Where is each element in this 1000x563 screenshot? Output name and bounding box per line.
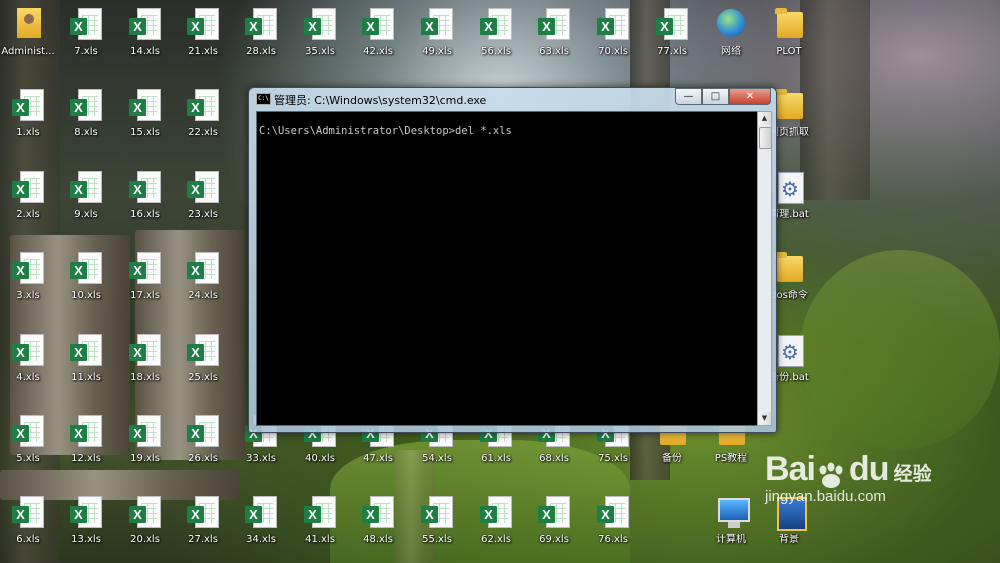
close-button[interactable]: ✕	[729, 88, 771, 105]
cmd-window-title: 管理员: C:\Windows\system32\cmd.exe	[274, 94, 487, 107]
excel-file-icon: X	[11, 250, 45, 288]
folder-icon	[772, 250, 806, 288]
excel-file-icon: X	[655, 6, 689, 44]
desktop-icon[interactable]: X 25.xls	[167, 332, 239, 384]
desktop-icon-label: PS教程	[714, 453, 748, 464]
desktop-icon[interactable]: PLOT	[753, 6, 825, 58]
excel-file-icon: X	[420, 6, 454, 44]
excel-file-icon: X	[128, 332, 162, 370]
excel-file-icon: X	[186, 413, 220, 451]
desktop-icon-label: 24.xls	[188, 290, 218, 301]
batch-file-icon	[772, 169, 806, 207]
excel-file-icon: X	[128, 494, 162, 532]
scroll-thumb[interactable]	[759, 127, 772, 149]
excel-file-icon: X	[128, 87, 162, 125]
excel-file-icon: X	[69, 413, 103, 451]
excel-file-icon: X	[361, 6, 395, 44]
network-icon	[714, 6, 748, 44]
excel-file-icon: X	[69, 6, 103, 44]
excel-file-icon: X	[537, 6, 571, 44]
excel-file-icon: X	[69, 332, 103, 370]
excel-file-icon: X	[479, 6, 513, 44]
excel-file-icon: X	[244, 6, 278, 44]
excel-file-icon: X	[596, 494, 630, 532]
scroll-down-arrow[interactable]: ▼	[758, 412, 771, 425]
excel-file-icon: X	[128, 6, 162, 44]
desktop-icon[interactable]: X 23.xls	[167, 169, 239, 221]
desktop-icon-label: 23.xls	[188, 209, 218, 220]
baidu-paw-icon	[819, 462, 843, 488]
excel-file-icon: X	[11, 413, 45, 451]
watermark-subtitle: 经验	[893, 463, 932, 485]
desktop-icon[interactable]: X 76.xls	[577, 494, 649, 546]
excel-file-icon: X	[303, 6, 337, 44]
excel-file-icon: X	[186, 250, 220, 288]
maximize-button[interactable]: □	[702, 88, 729, 105]
excel-file-icon: X	[128, 250, 162, 288]
console-command-line: C:\Users\Administrator\Desktop>del *.xls	[259, 125, 512, 137]
excel-file-icon: X	[186, 6, 220, 44]
excel-file-icon: X	[128, 413, 162, 451]
excel-file-icon: X	[186, 332, 220, 370]
excel-file-icon: X	[69, 87, 103, 125]
excel-file-icon: X	[186, 494, 220, 532]
desktop-icon-label: 背景	[779, 534, 799, 545]
folder-icon	[772, 6, 806, 44]
user-folder-icon	[11, 6, 45, 44]
desktop-icon-label: 22.xls	[188, 127, 218, 138]
desktop-icon-label: 76.xls	[598, 534, 628, 545]
cmd-app-icon[interactable]: C:\	[256, 93, 271, 105]
watermark-url: jingyan.baidu.com	[765, 487, 886, 505]
watermark-brand: Bai	[765, 450, 816, 488]
batch-file-icon	[772, 332, 806, 370]
excel-file-icon: X	[128, 169, 162, 207]
excel-file-icon: X	[244, 494, 278, 532]
excel-file-icon: X	[596, 6, 630, 44]
excel-file-icon: X	[11, 332, 45, 370]
watermark-brand-2: du	[848, 450, 890, 488]
excel-file-icon: X	[11, 169, 45, 207]
desktop-icon-label: PLOT	[776, 46, 802, 57]
excel-file-icon: X	[69, 250, 103, 288]
cmd-titlebar[interactable]: C:\ 管理员: C:\Windows\system32\cmd.exe — □…	[249, 88, 776, 110]
excel-file-icon: X	[303, 494, 337, 532]
excel-file-icon: X	[69, 169, 103, 207]
scroll-up-arrow[interactable]: ▲	[758, 112, 771, 125]
cmd-window[interactable]: C:\ 管理员: C:\Windows\system32\cmd.exe — □…	[248, 87, 777, 433]
desktop-icon[interactable]: X 24.xls	[167, 250, 239, 302]
minimize-button[interactable]: —	[675, 88, 702, 105]
desktop-icon[interactable]: X 22.xls	[167, 87, 239, 139]
excel-file-icon: X	[186, 87, 220, 125]
excel-file-icon: X	[11, 494, 45, 532]
baidu-jingyan-watermark: Bai du 经验 jingyan.baidu.com	[765, 450, 965, 505]
excel-file-icon: X	[361, 494, 395, 532]
excel-file-icon: X	[186, 169, 220, 207]
folder-icon	[772, 87, 806, 125]
console-area[interactable]: C:\Users\Administrator\Desktop>del *.xls	[256, 111, 758, 426]
desktop-icon-label: 25.xls	[188, 372, 218, 383]
computer-icon	[714, 494, 750, 532]
vertical-scrollbar[interactable]: ▲ ▼	[757, 111, 772, 426]
excel-file-icon: X	[479, 494, 513, 532]
excel-file-icon: X	[69, 494, 103, 532]
excel-file-icon: X	[537, 494, 571, 532]
excel-file-icon: X	[420, 494, 454, 532]
excel-file-icon: X	[11, 87, 45, 125]
